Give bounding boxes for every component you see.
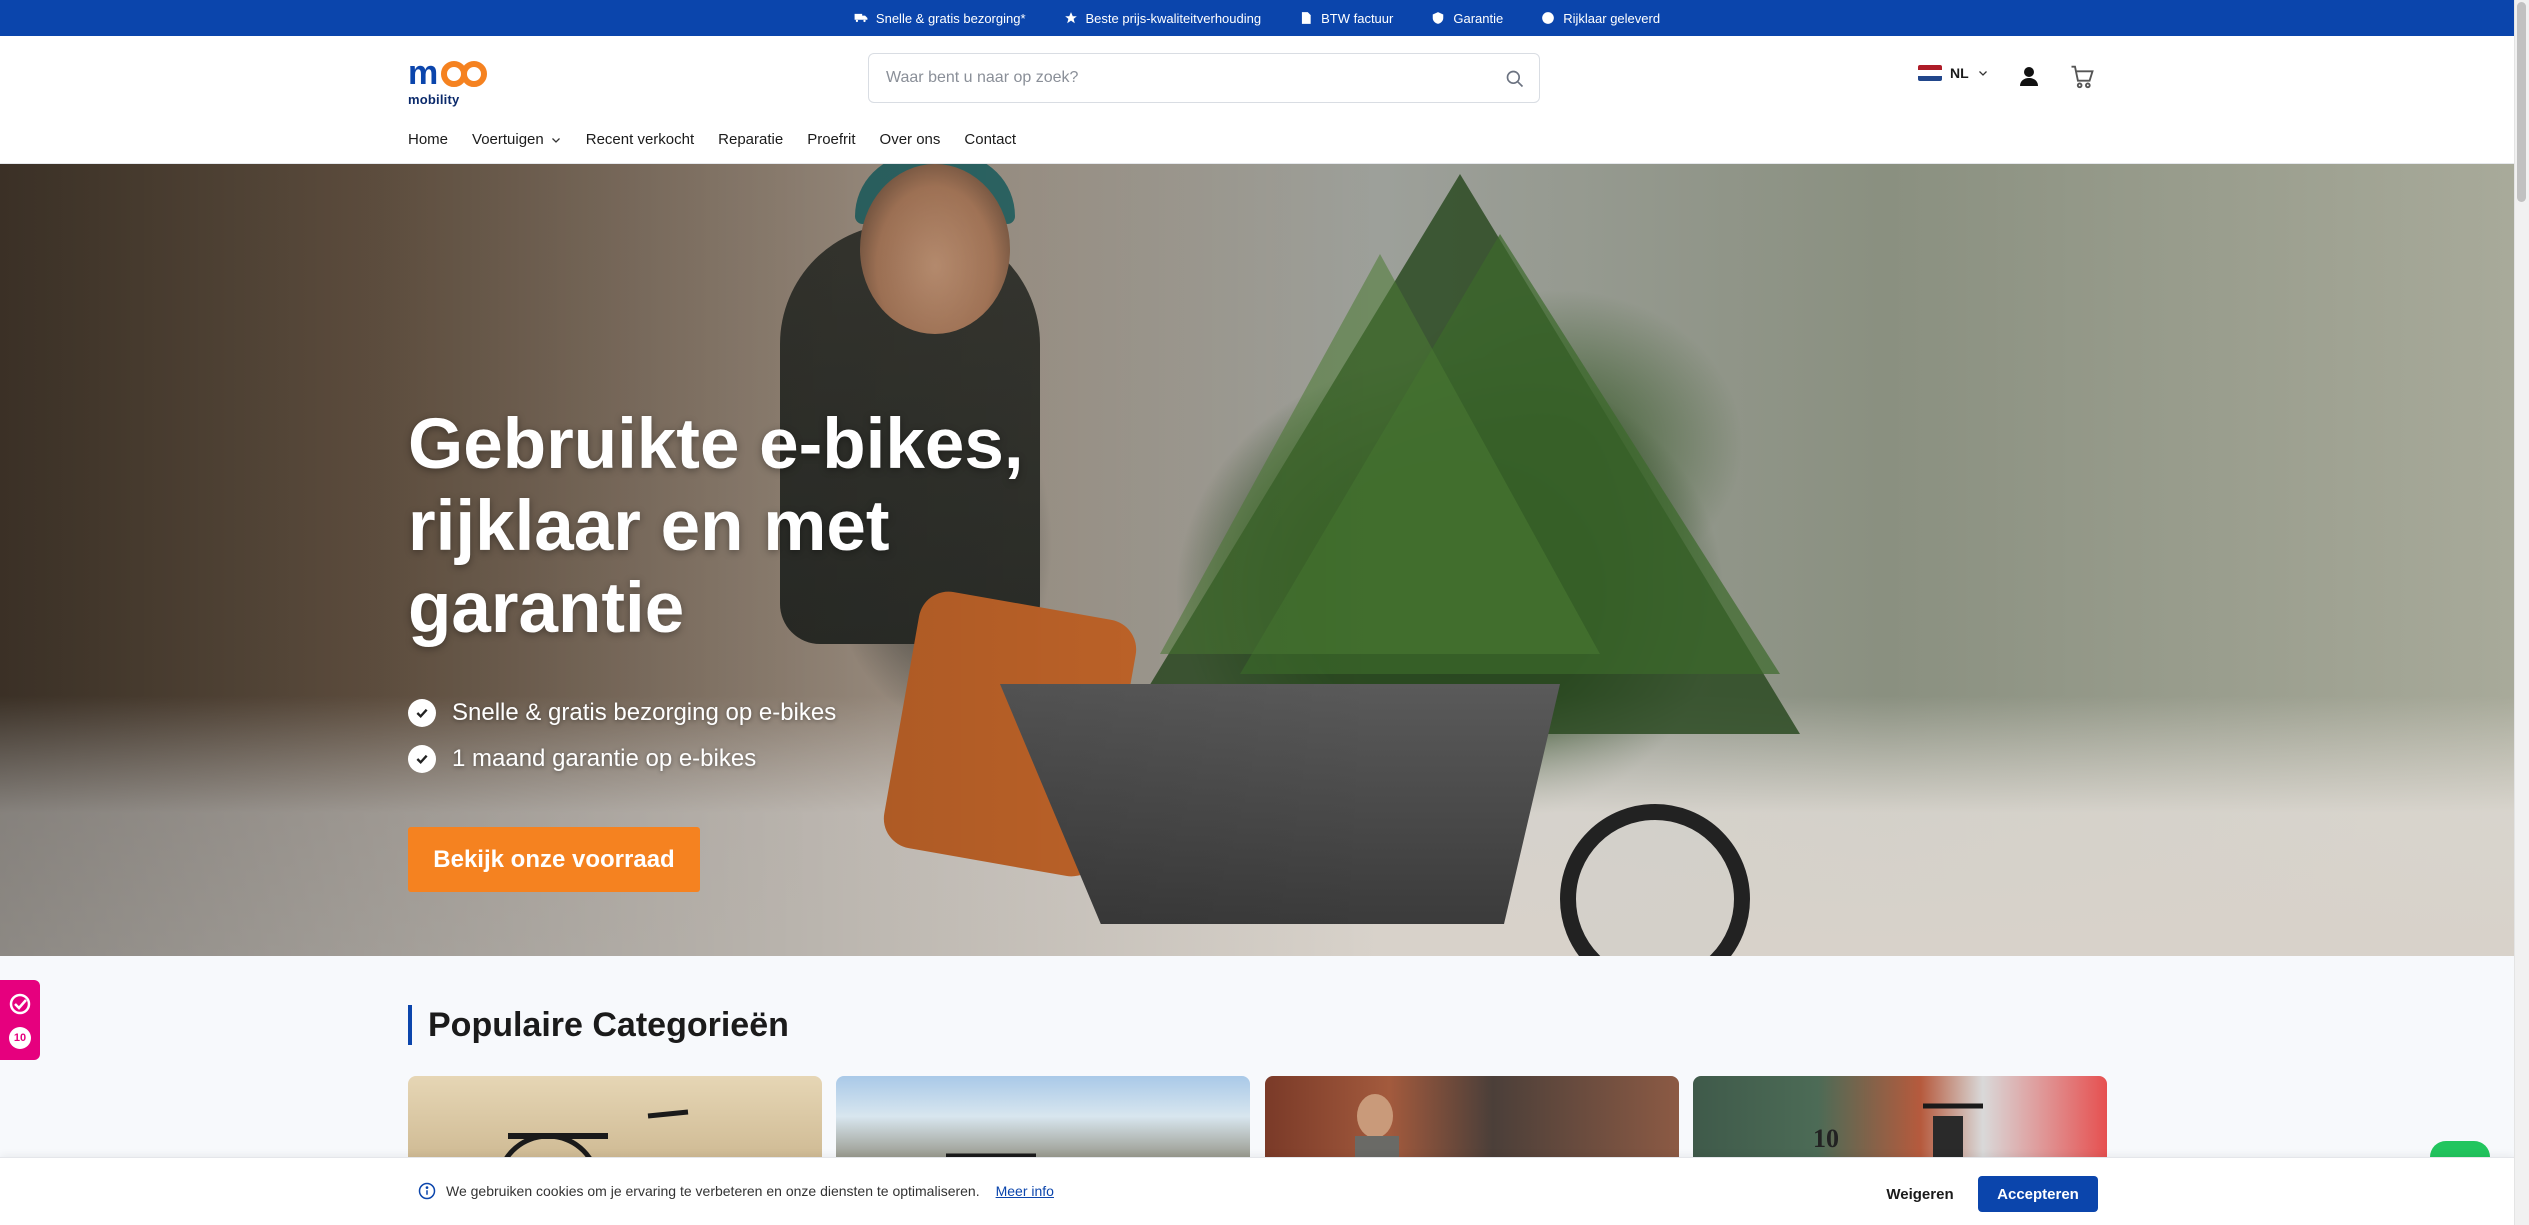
usp-label: Snelle & gratis bezorging* [875,10,1026,26]
main-nav: Home Voertuigen Recent verkocht Reparati… [408,131,1016,148]
chevron-down-icon [1978,71,1987,76]
check-icon [408,699,436,727]
info-icon [418,1182,436,1200]
search-input[interactable] [886,54,1486,102]
nav-label: Over ons [879,131,941,148]
hero-overlay [0,164,2514,956]
nav-item-recent-verkocht[interactable]: Recent verkocht [586,131,694,148]
nav-item-voertuigen[interactable]: Voertuigen [472,131,562,148]
cookie-message: We gebruiken cookies om je ervaring te v… [418,1182,1054,1200]
svg-text:m: m [408,54,438,92]
usp-label: Garantie [1453,10,1504,26]
search-icon[interactable] [1505,69,1525,89]
shield-icon [1433,12,1444,24]
hero-bullet: Snelle & gratis bezorging op e-bikes [408,699,836,727]
nav-label: Voertuigen [472,131,544,148]
category-card[interactable] [836,1076,1250,1166]
search-box[interactable] [868,53,1540,103]
chevron-down-icon [551,137,560,143]
category-card[interactable]: 10 [1693,1076,2107,1166]
nav-item-home[interactable]: Home [408,131,448,148]
nav-item-over-ons[interactable]: Over ons [880,131,941,148]
review-score: 10 [9,1026,31,1049]
refuse-cookies-button[interactable]: Weigeren [1870,1176,1970,1212]
star-icon [1064,12,1077,24]
hero-bullet: 1 maand garantie op e-bikes [408,745,836,773]
nav-label: Contact [964,131,1017,148]
user-account-icon[interactable] [2017,64,2041,88]
category-card[interactable] [1265,1076,1679,1166]
hero-title: Gebruikte e-bikes, rijklaar en met garan… [408,405,1024,648]
usp-item: Beste prijs-kwaliteitverhouding [1064,10,1262,26]
usp-label: BTW factuur [1321,10,1394,26]
nav-item-contact[interactable]: Contact [964,131,1016,148]
nav-label: Recent verkocht [585,131,695,148]
usp-item: Snelle & gratis bezorging* [854,11,1026,26]
ebike-image [1923,1103,1983,1166]
nav-item-proefrit[interactable]: Proefrit [807,131,855,148]
logo-mark-icon: m [408,54,487,92]
cookie-text: We gebruiken cookies om je ervaring te v… [446,1183,980,1199]
site-header: m mobility NL Home Voertuigen Recent ver… [0,36,2514,164]
ebike-image [499,1109,689,1166]
scrollbar-thumb[interactable] [2517,2,2526,202]
view-stock-button[interactable]: Bekijk onze voorraad [408,827,700,892]
hero-bullets: Snelle & gratis bezorging op e-bikes 1 m… [408,699,836,773]
usp-bar: Snelle & gratis bezorging* Beste prijs-k… [0,0,2514,36]
logo-text: mobility [408,92,460,107]
house-number-sign: 10 [1813,1124,1839,1153]
usp-item: Garantie [1431,11,1503,26]
cookie-more-info-link[interactable]: Meer info [996,1183,1054,1199]
usp-label: Rijklaar geleverd [1563,10,1661,26]
person-with-bike-image [1355,1094,1399,1166]
usp-item: Rijklaar geleverd [1541,11,1660,26]
hero-bullet-text: Snelle & gratis bezorging op e-bikes [452,699,837,726]
check-circle-icon [1542,12,1555,24]
accept-cookies-button[interactable]: Accepteren [1978,1176,2098,1212]
nav-label: Reparatie [718,131,784,148]
cart-icon[interactable] [2068,62,2096,90]
nav-item-reparatie[interactable]: Reparatie [718,131,783,148]
category-card[interactable] [408,1076,822,1166]
hero-banner: Gebruikte e-bikes, rijklaar en met garan… [0,164,2514,956]
section-title: Populaire Categorieën [408,1005,789,1045]
document-icon [1302,12,1311,24]
language-label: NL [1950,65,1969,81]
language-selector[interactable]: NL [1918,65,1989,81]
check-icon [408,745,436,773]
review-badge[interactable]: 10 [0,980,40,1060]
truck-icon [854,13,868,23]
hero-bullet-text: 1 maand garantie op e-bikes [452,745,757,772]
netherlands-flag-icon [1918,65,1942,81]
usp-label: Beste prijs-kwaliteitverhouding [1085,10,1262,26]
review-check-icon [9,993,31,1014]
nav-label: Home [408,131,449,148]
ebike-image [946,1153,1036,1159]
site-logo[interactable]: m mobility [408,54,490,107]
nav-label: Proefrit [807,131,856,148]
cookie-banner: We gebruiken cookies om je ervaring te v… [0,1157,2514,1225]
usp-item: BTW factuur [1299,11,1393,26]
